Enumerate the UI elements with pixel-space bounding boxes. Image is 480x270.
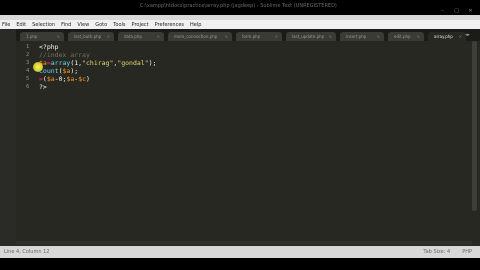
menu-project[interactable]: Project <box>132 22 149 28</box>
tab-bar: 1.php × last_bath.php × data.php × more_con… <box>16 29 480 41</box>
code-token: ?> <box>39 83 47 91</box>
close-tab-icon[interactable]: × <box>417 32 420 41</box>
syntax-indicator[interactable]: PHP <box>462 249 472 255</box>
tab-6[interactable]: last_update.php × <box>286 32 336 41</box>
code-line: =($a-0;$a-$c) <box>39 75 90 83</box>
tab-label: last_bath.php <box>74 34 102 39</box>
code-token: ) <box>86 75 90 83</box>
sublime-window: C:\xampp\htdocs\practice\array.php (jagd… <box>0 0 480 270</box>
code-token: $a <box>46 75 55 83</box>
code-line: <?php <box>39 43 59 51</box>
menu-preferences[interactable]: Preferences <box>155 22 184 28</box>
menu-edit[interactable]: Edit <box>16 22 26 28</box>
code-line: ?> <box>39 83 47 91</box>
close-tab-icon[interactable]: × <box>107 32 110 41</box>
tab-label: data.php <box>124 34 142 39</box>
menu-help[interactable]: Help <box>190 22 201 28</box>
close-tab-icon[interactable]: × <box>57 32 60 41</box>
tab-label: 1.php <box>26 34 38 39</box>
code-token: -0; <box>54 75 67 83</box>
close-tab-icon[interactable]: × <box>377 32 380 41</box>
code-token: "gondal" <box>117 59 149 67</box>
window-controls: – □ ✕ <box>437 9 476 14</box>
code-line: //index array <box>39 51 90 59</box>
close-button[interactable]: ✕ <box>465 9 476 14</box>
code-line: count($a); <box>39 67 78 75</box>
line-gutter <box>16 41 34 251</box>
tab-label: form.php <box>242 34 261 39</box>
code-token: //index array <box>39 51 90 59</box>
maximize-button[interactable]: □ <box>451 9 462 14</box>
code-token: ); <box>148 59 157 67</box>
tab-8[interactable]: edit.php × <box>388 32 424 41</box>
code-token: array <box>50 59 71 67</box>
tab-size-indicator[interactable]: Tab Size: 4 <box>423 249 450 255</box>
line-number: 6 <box>26 84 30 90</box>
tab-3[interactable]: data.php × <box>118 32 164 41</box>
tab-label: array.php <box>434 34 453 39</box>
vertical-scrollbar[interactable] <box>472 41 477 211</box>
code-line: $a=array(1,"chirag","gondal"); <box>39 59 156 67</box>
minimize-button[interactable]: – <box>437 9 448 14</box>
close-tab-icon[interactable]: × <box>157 32 160 41</box>
tab-label: last_update.php <box>292 34 325 39</box>
close-tab-icon[interactable]: × <box>459 32 462 41</box>
cursor-position: Line 4, Column 12 <box>4 249 50 255</box>
horizontal-scrollbar[interactable] <box>16 241 472 245</box>
mouse-cursor-highlight <box>33 62 43 72</box>
menu-file[interactable]: File <box>2 22 10 28</box>
code-token: ); <box>70 67 79 75</box>
tab-5[interactable]: form.php × <box>236 32 282 41</box>
code-token: "chirag" <box>82 59 114 67</box>
tab-label: edit.php <box>394 34 411 39</box>
menu-find[interactable]: Find <box>61 22 71 28</box>
tab-4[interactable]: more_connection.php × <box>168 32 232 41</box>
menu-bar: File Edit Selection Find View Goto Tools… <box>0 20 480 29</box>
letterbox-bottom <box>0 258 480 270</box>
close-tab-icon[interactable]: × <box>275 32 278 41</box>
menu-tools[interactable]: Tools <box>113 22 125 28</box>
line-number: 2 <box>26 52 30 58</box>
line-number: 4 <box>26 68 30 74</box>
close-tab-icon[interactable]: × <box>329 32 332 41</box>
close-tab-icon[interactable]: × <box>225 32 228 41</box>
menu-view[interactable]: View <box>77 22 89 28</box>
tab-scroll-icon[interactable]: ◂▸ <box>465 32 470 38</box>
tab-active[interactable]: array.php × <box>428 32 466 41</box>
tab-1[interactable]: 1.php × <box>20 32 64 41</box>
code-token: <?php <box>39 43 59 51</box>
tab-label: insert.php <box>346 34 367 39</box>
menu-goto[interactable]: Goto <box>95 22 107 28</box>
status-bar: Line 4, Column 12 Tab Size: 4 PHP <box>0 246 480 258</box>
line-number: 5 <box>26 76 30 82</box>
side-panel <box>0 29 16 258</box>
status-right: Tab Size: 4 PHP <box>423 249 472 255</box>
tab-label: more_connection.php <box>174 34 218 39</box>
window-title: C:\xampp\htdocs\practice\array.php (jagd… <box>140 3 337 9</box>
line-number: 1 <box>26 44 30 50</box>
menu-selection[interactable]: Selection <box>32 22 55 28</box>
code-token: $c <box>78 75 86 83</box>
line-number: 3 <box>26 60 30 66</box>
code-token: (1, <box>70 59 83 67</box>
tab-2[interactable]: last_bath.php × <box>68 32 114 41</box>
tab-7[interactable]: insert.php × <box>340 32 384 41</box>
